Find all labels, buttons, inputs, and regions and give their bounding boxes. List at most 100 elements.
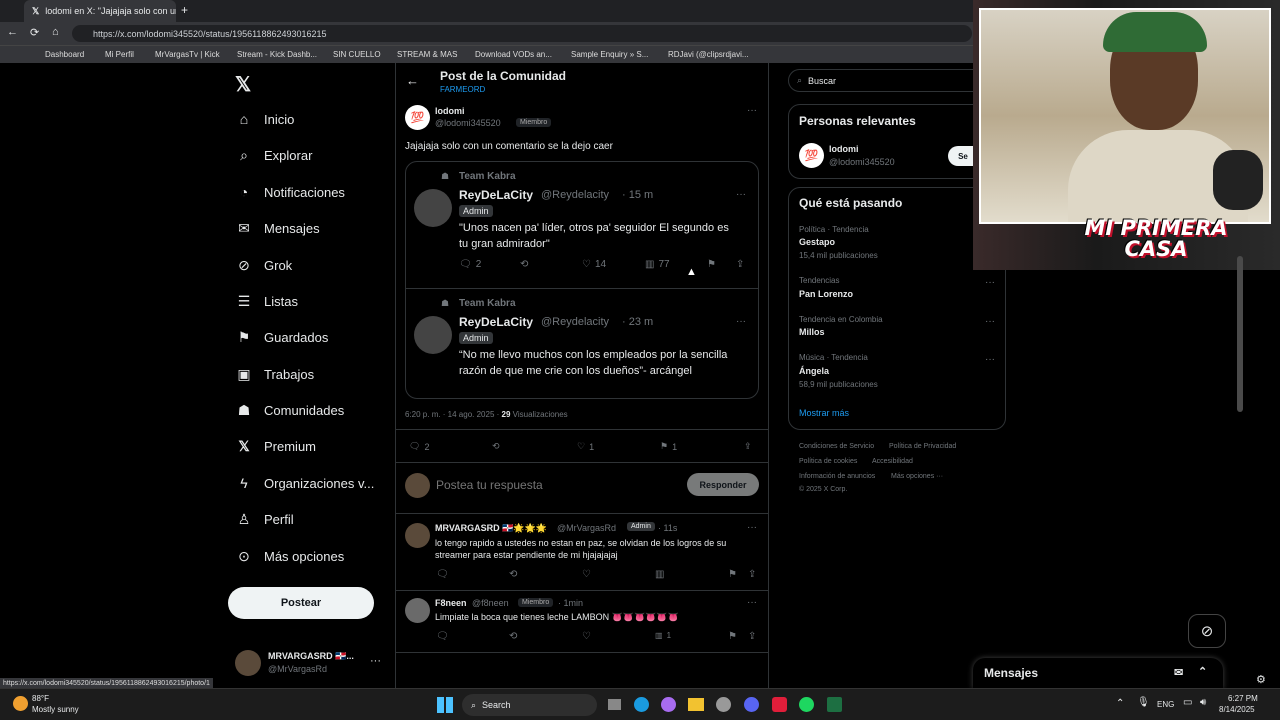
post-handle[interactable]: @lodomi345520 [435, 118, 501, 128]
sidebar-item-premium[interactable]: 𝕏 Premium [236, 435, 316, 457]
page-scrollbar[interactable] [1237, 256, 1243, 412]
network-icon[interactable]: ▭ [1183, 697, 1192, 708]
footer-link[interactable]: Accesibilidad [872, 458, 913, 465]
settings-gear-icon[interactable]: ⚙ [1256, 673, 1266, 686]
more-icon[interactable]: ··· [985, 354, 995, 365]
discord-icon[interactable] [744, 697, 759, 712]
bookmark-item[interactable]: Stream - Kick Dashb... [237, 50, 317, 59]
reload-icon[interactable]: ⟳ [30, 26, 39, 39]
sidebar-item-mensajes[interactable]: ✉ Mensajes [236, 217, 320, 239]
bookmark-item[interactable]: Download VODs an... [475, 50, 552, 59]
grok-float-button[interactable]: ⊘ [1188, 614, 1226, 648]
obs-icon[interactable] [772, 697, 787, 712]
sidebar-item-notificaciones[interactable]: ◔ Notificaciones [236, 181, 345, 203]
volume-icon[interactable]: 🔊︎ [1200, 697, 1206, 708]
url-field[interactable]: https://x.com/lodomi345520/status/195611… [72, 25, 972, 42]
repost-action[interactable]: ⟲ [509, 569, 517, 580]
more-icon[interactable]: ··· [736, 189, 746, 200]
bookmark-action[interactable]: ⚑ [707, 259, 716, 270]
community-name[interactable]: FARMEORD [440, 85, 485, 94]
quote-name[interactable]: ReyDeLaCity [459, 315, 533, 329]
relevant-handle[interactable]: @lodomi345520 [829, 157, 895, 167]
like-action[interactable]: ♡ 1 [577, 441, 594, 452]
bookmark-item[interactable]: STREAM & MAS [397, 50, 457, 59]
sidebar-item-trabajos[interactable]: ▣ Trabajos [236, 363, 314, 385]
chrome-icon[interactable] [716, 697, 731, 712]
repost-action[interactable]: ⟲ [520, 259, 528, 270]
windows-start-icon[interactable] [437, 697, 453, 713]
sidebar-item-comunidades[interactable]: ☗ Comunidades [236, 399, 345, 421]
account-more-icon[interactable]: ··· [370, 655, 381, 667]
quote-handle[interactable]: @Reydelacity [541, 189, 609, 201]
browser-tab[interactable]: 𝕏 lodomi en X: "Jajajaja solo con un ✕ [24, 0, 176, 22]
reply-action[interactable]: 🗨︎ 2 [409, 441, 429, 452]
like-action[interactable]: ♡ 14 [582, 259, 606, 270]
more-icon[interactable]: ··· [747, 597, 757, 608]
quote-handle[interactable]: @Reydelacity [541, 316, 609, 328]
microphone-icon[interactable]: 🎙︎ [1137, 697, 1150, 708]
new-tab-icon[interactable]: + [181, 3, 188, 17]
reply-author[interactable]: MRVARGASRD 🇩🇴🌟🌟🌟 [435, 523, 547, 534]
sidebar-item-inicio[interactable]: ⌂ Inicio [236, 108, 295, 130]
footer-link[interactable]: Política de cookies [799, 458, 857, 465]
views-action[interactable]: ▥ 1 [655, 631, 671, 640]
bookmark-action[interactable]: ⚑ [728, 631, 737, 642]
bookmark-item[interactable]: MrVargasTv | Kick [155, 50, 220, 59]
more-icon[interactable]: ··· [747, 105, 757, 116]
share-action[interactable]: ⇪ [748, 569, 756, 580]
edge-icon[interactable] [634, 697, 649, 712]
sidebar-item-perfil[interactable]: ♙ Perfil [236, 508, 294, 530]
tray-chevron-icon[interactable]: ⌃ [1116, 698, 1124, 709]
like-action[interactable]: ♡ [582, 631, 591, 642]
reply-handle[interactable]: @MrVargasRd [557, 523, 616, 533]
reply-input[interactable] [436, 476, 676, 494]
sidebar-item-mas-opciones[interactable]: ⊙ Más opciones [236, 545, 344, 567]
reply-handle[interactable]: @f8neen [472, 598, 509, 608]
home-browser-icon[interactable]: ⌂ [52, 26, 59, 38]
post-author[interactable]: lodomi [435, 106, 465, 116]
avatar[interactable]: 💯 [405, 105, 430, 130]
weather-temp[interactable]: 88°F [32, 694, 49, 703]
repost-action[interactable]: ⟲ [492, 441, 500, 452]
sidebar-item-explorar[interactable]: ⌕ Explorar [236, 144, 312, 166]
x-logo[interactable]: 𝕏 [235, 72, 251, 97]
reply-action[interactable]: 🗨︎ 2 [459, 259, 481, 270]
reply-action[interactable]: 🗨︎ [436, 569, 449, 580]
footer-link[interactable]: Condiciones de Servicio [799, 443, 874, 450]
sidebar-item-guardados[interactable]: ⚑ Guardados [236, 326, 329, 348]
reply-button[interactable]: Responder [687, 473, 759, 496]
bookmark-item[interactable]: RDJavi (@clipsrdjavi... [668, 50, 749, 59]
relevant-name[interactable]: lodomi [829, 144, 859, 154]
quote-name[interactable]: ReyDeLaCity [459, 188, 533, 202]
views-action[interactable]: ▥ 77 [645, 259, 670, 270]
messages-drawer[interactable]: Mensajes ✉ ⌃ [973, 658, 1223, 689]
new-message-icon[interactable]: ✉ [1174, 666, 1183, 679]
spotify-icon[interactable] [799, 697, 814, 712]
repost-action[interactable]: ⟲ [509, 631, 517, 642]
bookmark-action[interactable]: ⚑ 1 [660, 441, 677, 452]
collapse-icon[interactable]: ⌃ [1198, 665, 1207, 678]
back-arrow-icon[interactable]: ← [406, 73, 419, 88]
weather-icon[interactable] [13, 696, 28, 711]
trend-name[interactable]: Millos [799, 327, 825, 337]
more-icon[interactable]: ··· [736, 316, 746, 327]
bookmark-item[interactable]: Sample Enquiry » S... [571, 50, 648, 59]
excel-icon[interactable] [827, 697, 842, 712]
trend-name[interactable]: Pan Lorenzo [799, 289, 853, 299]
avatar[interactable]: 💯 [799, 143, 824, 168]
clock-time[interactable]: 6:27 PM [1228, 694, 1258, 703]
copilot-icon[interactable] [661, 697, 676, 712]
task-view-icon[interactable] [608, 699, 621, 710]
avatar[interactable] [405, 523, 430, 548]
avatar[interactable] [405, 598, 430, 623]
sidebar-item-grok[interactable]: ⊘ Grok [236, 254, 292, 276]
more-icon[interactable]: ··· [985, 316, 995, 327]
sidebar-item-listas[interactable]: ☰ Listas [236, 290, 298, 312]
language-indicator[interactable]: ENG [1157, 700, 1174, 709]
sidebar-item-organizaciones[interactable]: ϟ Organizaciones v... [236, 472, 374, 494]
bookmark-action[interactable]: ⚑ [728, 569, 737, 580]
show-more-link[interactable]: Mostrar más [799, 408, 849, 418]
share-action[interactable]: ⇪ [744, 441, 752, 452]
reply-action[interactable]: 🗨︎ [436, 631, 449, 642]
views-action[interactable]: ▥ [655, 569, 664, 580]
